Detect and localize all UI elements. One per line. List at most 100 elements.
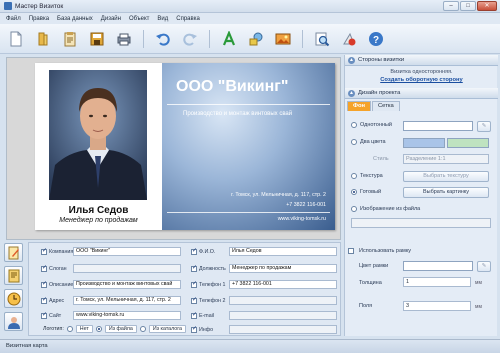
logo-catalog-radio[interactable] [139, 326, 146, 332]
menu-database[interactable]: База данных [57, 16, 93, 22]
use-frame-option[interactable]: Использовать рамку [348, 248, 411, 254]
minimize-button[interactable]: – [443, 1, 459, 11]
logo-none-option[interactable]: Нет [75, 325, 93, 333]
color-one-swatch[interactable] [403, 138, 445, 148]
menu-object[interactable]: Объект [129, 16, 149, 22]
image-icon[interactable] [275, 31, 291, 47]
image-file-radio[interactable] [351, 206, 357, 212]
margins-input[interactable]: 3 [403, 301, 471, 311]
save-icon[interactable] [89, 31, 105, 47]
menu-file[interactable]: Файл [6, 16, 21, 22]
card-phone[interactable]: +7 3822 116-001 [286, 202, 326, 208]
use-frame-checkbox[interactable] [348, 248, 354, 254]
slogan-checkbox[interactable] [41, 264, 47, 272]
logo-catalog-option[interactable]: Из каталога [148, 325, 186, 333]
new-file-icon[interactable] [8, 31, 24, 47]
redo-icon[interactable] [182, 31, 198, 47]
choose-picture-button[interactable]: Выбрать картинку [403, 187, 489, 198]
site-checkbox[interactable] [41, 311, 47, 319]
design-canvas[interactable]: Илья Седов Менеджер по продажам ООО "Вик… [6, 57, 341, 240]
phone2-checkbox[interactable] [191, 296, 197, 304]
templates-icon[interactable] [62, 31, 78, 47]
thickness-input[interactable]: 1 [403, 277, 471, 287]
preview-icon[interactable] [314, 31, 330, 47]
edit-text-icon[interactable] [4, 243, 23, 262]
create-back-link[interactable]: Создать оборотную сторону [345, 77, 498, 83]
info-input[interactable] [229, 325, 337, 334]
address-input[interactable]: г. Томск, ул. Мельничная, д. 117, стр. 2 [73, 296, 181, 305]
image-file-option[interactable]: Изображение из файла [351, 206, 420, 212]
open-folder-icon[interactable] [35, 31, 51, 47]
fio-input[interactable]: Илья Седов [229, 247, 337, 256]
slogan-input[interactable] [73, 264, 181, 273]
contacts-icon[interactable] [4, 312, 23, 331]
ready-radio[interactable] [351, 189, 357, 195]
position-checkbox[interactable] [191, 264, 197, 272]
solid-option[interactable]: Однотонный [351, 122, 392, 128]
choose-texture-button[interactable]: Выбрать текстуру [403, 171, 489, 182]
email-input[interactable] [229, 311, 337, 320]
shapes-icon[interactable] [248, 31, 264, 47]
card-description[interactable]: Производство и монтаж винтовых свай [183, 111, 292, 117]
close-button[interactable]: ✕ [477, 1, 497, 11]
logo-file-option[interactable]: Из файла [104, 325, 137, 333]
window-controls: – □ ✕ [443, 1, 497, 11]
help-icon[interactable]: ? [368, 31, 384, 47]
design-section-header[interactable]: ▲ Дизайн проекта [345, 88, 498, 99]
card-website[interactable]: www.viking-tomsk.ru [278, 216, 326, 222]
maximize-button[interactable]: □ [460, 1, 476, 11]
card-address[interactable]: г. Томск, ул. Мельничная, д. 117, стр. 2 [231, 192, 326, 198]
phone2-input[interactable] [229, 296, 337, 305]
style-label: Стиль [373, 156, 389, 162]
solid-radio[interactable] [351, 122, 357, 128]
card-company-name[interactable]: ООО "Викинг" [176, 78, 289, 96]
position-input[interactable]: Менеджер по продажам [229, 264, 337, 273]
two-colors-option[interactable]: Два цвета [351, 139, 386, 145]
texture-option[interactable]: Текстура [351, 173, 383, 179]
tab-grid[interactable]: Сетка [372, 101, 400, 111]
undo-icon[interactable] [155, 31, 171, 47]
templates-book-icon[interactable] [4, 266, 23, 285]
site-input[interactable]: www.viking-tomsk.ru [73, 311, 181, 320]
phone1-checkbox[interactable] [191, 280, 197, 288]
thickness-unit: мм [475, 280, 482, 286]
text-icon[interactable] [221, 30, 237, 47]
address-checkbox[interactable] [41, 296, 47, 304]
info-checkbox[interactable] [191, 325, 197, 333]
email-checkbox[interactable] [191, 311, 197, 319]
color-two-swatch[interactable] [447, 138, 489, 148]
menu-help[interactable]: Справка [176, 16, 200, 22]
solid-color-picker-button[interactable]: ✎ [477, 121, 491, 132]
frame-color-picker-button[interactable]: ✎ [477, 261, 491, 272]
menu-design[interactable]: Дизайн [101, 16, 121, 22]
image-file-path[interactable] [351, 218, 491, 228]
frame-color-swatch[interactable] [403, 261, 473, 271]
phone1-input[interactable]: +7 3822 116-001 [229, 280, 337, 289]
logo-file-radio[interactable] [95, 326, 102, 332]
sides-section-header[interactable]: ▲ Стороны визитки [345, 55, 498, 66]
app-icon [4, 2, 12, 10]
style-dropdown[interactable]: Разделение 1:1 [403, 154, 489, 164]
tab-background[interactable]: Фон [347, 101, 371, 111]
company-input[interactable]: ООО "Викинг" [73, 247, 181, 256]
person-photo[interactable] [49, 70, 147, 200]
print-icon[interactable] [116, 31, 132, 47]
solid-color-swatch[interactable] [403, 121, 473, 131]
logo-none-radio[interactable] [66, 326, 73, 332]
card-person-position[interactable]: Менеджер по продажам [35, 217, 162, 224]
business-card[interactable]: Илья Седов Менеджер по продажам ООО "Вик… [35, 63, 335, 230]
menu-edit[interactable]: Правка [29, 16, 49, 22]
description-input[interactable]: Производство и монтаж винтовых свай [73, 280, 181, 289]
margins-label: Поля [359, 303, 373, 309]
ready-option[interactable]: Готовый [351, 189, 381, 195]
fio-checkbox[interactable] [191, 247, 197, 255]
description-checkbox[interactable] [41, 280, 47, 288]
company-checkbox[interactable] [41, 247, 47, 255]
menu-view[interactable]: Вид [157, 16, 168, 22]
clock-icon[interactable] [4, 289, 23, 308]
card-person-name[interactable]: Илья Седов [35, 205, 162, 216]
card-right-panel: ООО "Викинг" Производство и монтаж винто… [162, 63, 335, 230]
texture-radio[interactable] [351, 173, 357, 179]
export-icon[interactable] [341, 31, 357, 47]
two-colors-radio[interactable] [351, 139, 357, 145]
